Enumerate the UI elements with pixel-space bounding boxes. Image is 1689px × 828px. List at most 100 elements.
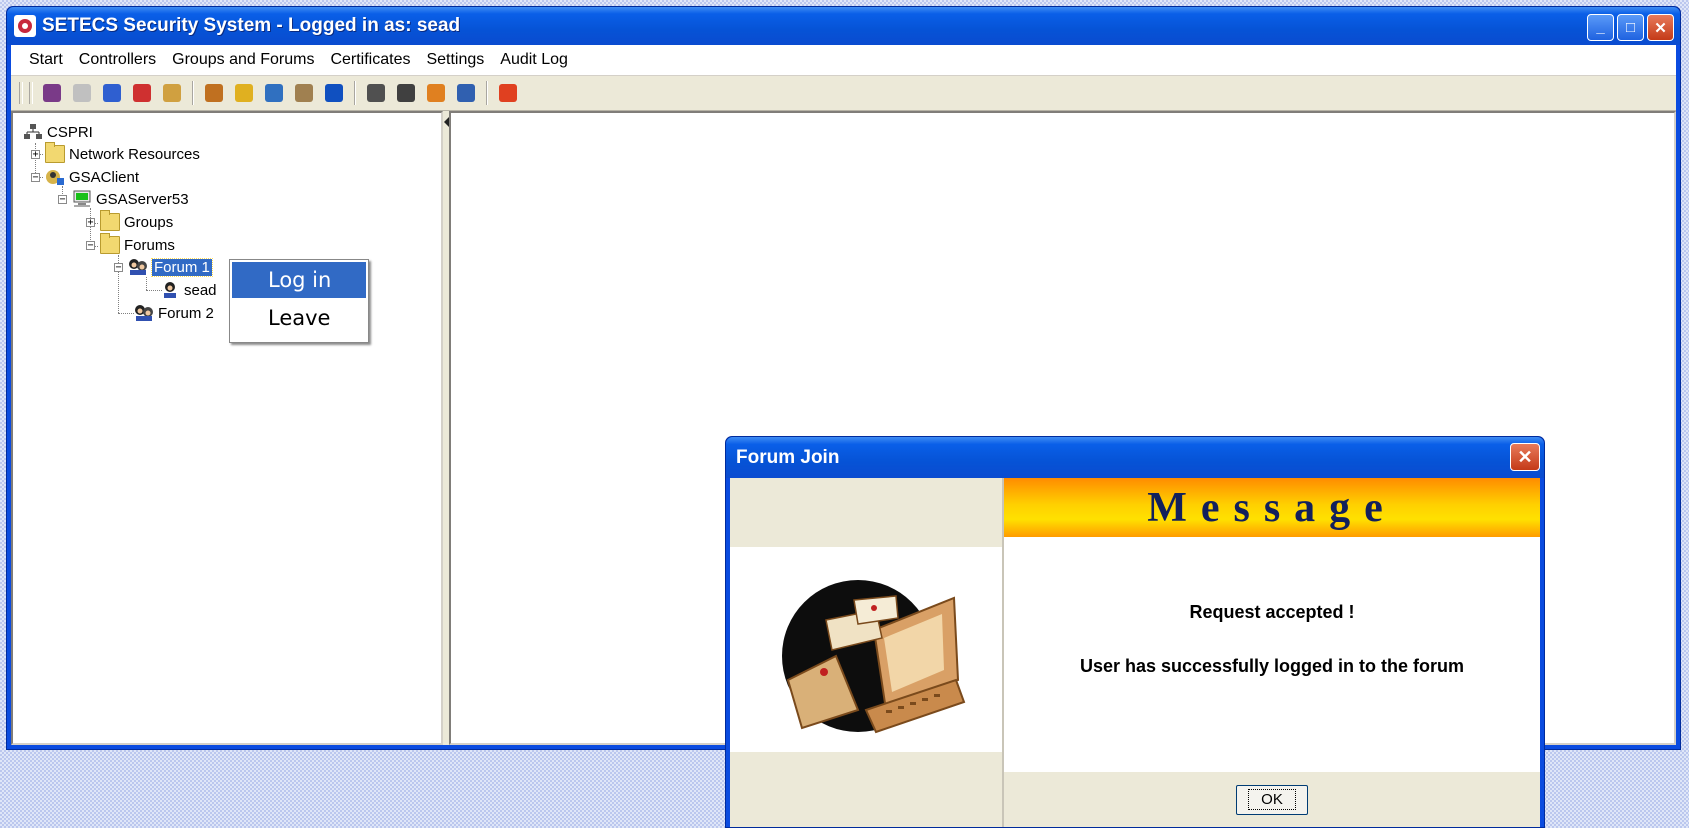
users-icon [205, 84, 223, 102]
collapse-icon[interactable]: − [86, 240, 95, 250]
title-bar[interactable]: SETECS Security System - Logged in as: s… [7, 7, 1680, 45]
chart-icon [295, 84, 313, 102]
toolbar [11, 76, 1676, 112]
menu-groups-and-forums[interactable]: Groups and Forums [164, 48, 322, 72]
minimize-icon: _ [1596, 19, 1605, 36]
dialog-title-bar[interactable]: Forum Join ✕ [726, 437, 1544, 478]
toolbar-separator [192, 81, 194, 105]
minimize-button[interactable]: _ [1587, 14, 1614, 41]
toolbar-grip[interactable] [19, 82, 23, 104]
menu-bar: Start Controllers Groups and Forums Cert… [11, 45, 1676, 76]
dialog-close-button[interactable]: ✕ [1510, 443, 1540, 471]
list-icon [367, 84, 385, 102]
window-title: SETECS Security System - Logged in as: s… [42, 15, 461, 36]
folder-open-icon [235, 84, 253, 102]
tree-node-user-sead[interactable]: sead [160, 280, 217, 300]
context-menu-leave[interactable]: Leave [232, 300, 366, 336]
dialog-image-panel [730, 478, 1004, 827]
toolbar-refresh-icon[interactable] [321, 80, 347, 106]
book-icon [457, 84, 475, 102]
forum-join-dialog: Forum Join ✕ Message Request accepted ! … [725, 436, 1545, 828]
menu-start[interactable]: Start [21, 48, 71, 72]
app-icon [14, 15, 36, 37]
tree-label: Forums [124, 236, 175, 254]
toolbar-folder-icon[interactable] [231, 80, 257, 106]
close-button[interactable]: ✕ [1647, 14, 1674, 41]
toolbar-chart-icon[interactable] [291, 80, 317, 106]
client-icon [46, 170, 64, 185]
toolbar-grip[interactable] [29, 82, 33, 104]
power-icon [499, 84, 517, 102]
user-icon [43, 84, 61, 102]
dialog-body: Message Request accepted ! User has succ… [730, 478, 1540, 827]
monitor-icon [103, 84, 121, 102]
toolbar-monitor-blue-icon[interactable] [99, 80, 125, 106]
toolbar-separator [486, 81, 488, 105]
tree-node-network-resources[interactable]: + Network Resources [31, 142, 200, 164]
expand-icon[interactable]: + [86, 217, 95, 227]
monitor-alert-icon [133, 84, 151, 102]
message-detail: User has successfully logged in to the f… [1079, 656, 1465, 676]
certificate-icon [163, 84, 181, 102]
toolbar-print-icon[interactable] [393, 80, 419, 106]
forum-icon [135, 305, 153, 321]
tree-label: GSAClient [69, 168, 140, 186]
tree-node-forum-2[interactable]: Forum 2 [134, 303, 214, 323]
toolbar-user-icon[interactable] [39, 80, 65, 106]
tree-label: CSPRI [47, 123, 93, 141]
message-status: Request accepted ! [1189, 602, 1355, 622]
toolbar-users-icon[interactable] [201, 80, 227, 106]
tree-node-forums[interactable]: − Forums [86, 233, 175, 255]
message-banner: Message [1004, 478, 1540, 537]
maximize-button[interactable]: □ [1617, 14, 1644, 41]
tree-node-cspri[interactable]: CSPRI [23, 122, 93, 142]
tree-view[interactable]: CSPRI + Network Resources − GSAClient − … [11, 111, 443, 745]
toolbar-separator [354, 81, 356, 105]
tree-node-gsaserver53[interactable]: − GSAServer53 [58, 189, 189, 209]
pane-splitter[interactable] [443, 111, 449, 745]
toolbar-network-icon[interactable] [261, 80, 287, 106]
mail-computer-illustration [730, 547, 1002, 752]
tree-label: Network Resources [69, 145, 200, 163]
collapse-icon[interactable]: − [58, 194, 67, 204]
folder-icon [100, 210, 120, 231]
dialog-message-panel: Message Request accepted ! User has succ… [1004, 478, 1540, 827]
menu-certificates[interactable]: Certificates [322, 48, 418, 72]
toolbar-document-icon[interactable] [69, 80, 95, 106]
folder-icon [45, 142, 65, 163]
expand-icon[interactable]: + [31, 149, 40, 159]
toolbar-screen-icon[interactable] [423, 80, 449, 106]
collapse-icon[interactable]: − [114, 262, 123, 272]
folder-open-icon [100, 233, 120, 254]
ok-button[interactable]: OK [1236, 784, 1308, 815]
tree-node-forum-1[interactable]: − Forum 1 [114, 257, 213, 277]
toolbar-list-icon[interactable] [363, 80, 389, 106]
tree-node-groups[interactable]: + Groups [86, 210, 174, 232]
tree-label-selected: Forum 1 [151, 257, 213, 277]
tree-label: sead [184, 281, 217, 299]
menu-audit-log[interactable]: Audit Log [492, 48, 576, 72]
context-menu-login[interactable]: Log in [232, 262, 366, 298]
toolbar-exit-icon[interactable] [495, 80, 521, 106]
network-root-icon [24, 124, 42, 139]
screen-icon [427, 84, 445, 102]
ok-label: OK [1248, 789, 1296, 810]
toolbar-book-icon[interactable] [453, 80, 479, 106]
toolbar-certificate-icon[interactable] [159, 80, 185, 106]
menu-settings[interactable]: Settings [418, 48, 492, 72]
dialog-title: Forum Join [736, 446, 840, 468]
tree-label: Groups [124, 213, 174, 231]
collapse-icon[interactable]: − [31, 172, 40, 182]
document-icon [73, 84, 91, 102]
tree-label: Forum 2 [158, 304, 214, 322]
user-icon [164, 282, 176, 298]
refresh-icon [325, 84, 343, 102]
maximize-icon: □ [1625, 19, 1636, 36]
dialog-footer: OK [1004, 772, 1540, 827]
menu-controllers[interactable]: Controllers [71, 48, 164, 72]
tree-node-gsaclient[interactable]: − GSAClient [31, 167, 139, 187]
toolbar-monitor-red-icon[interactable] [129, 80, 155, 106]
close-icon: ✕ [1517, 446, 1533, 467]
context-menu: Log in Leave [229, 259, 369, 343]
server-icon [73, 190, 91, 207]
